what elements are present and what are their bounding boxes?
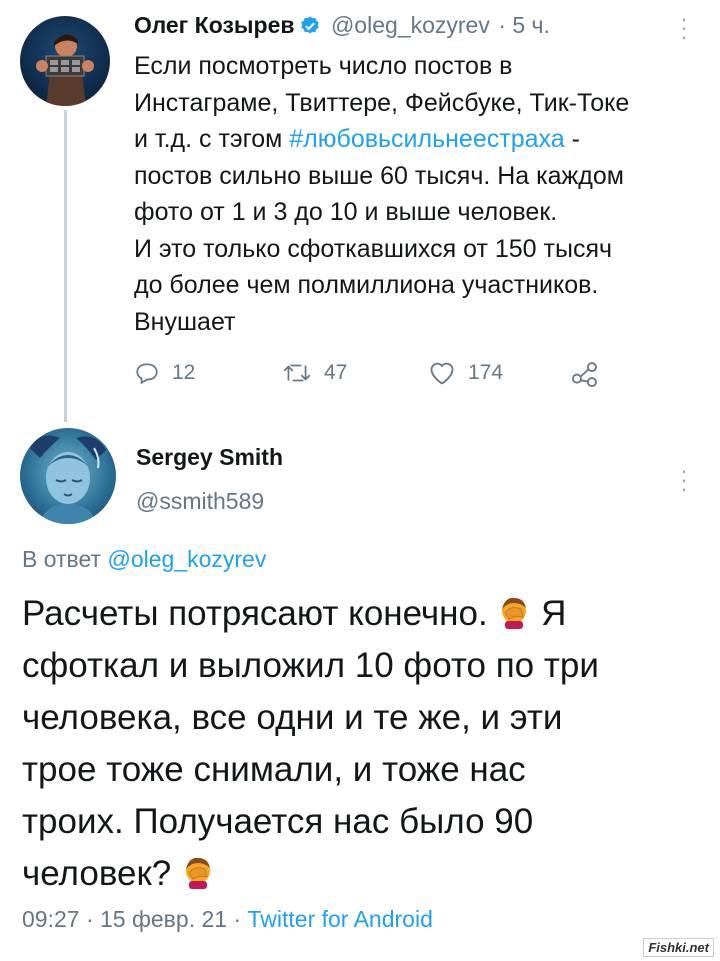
more-options-icon[interactable]: · · · xyxy=(679,8,689,48)
tweet-metadata: 09:27 · 15 февр. 21 · Twitter for Androi… xyxy=(22,906,433,933)
tweet-time[interactable]: · 5 ч. xyxy=(498,12,550,38)
tweet-source-link[interactable]: Twitter for Android xyxy=(248,906,433,932)
author-name[interactable]: Олег Козырев xyxy=(134,12,295,38)
thread-connector-line xyxy=(64,110,67,422)
hashtag-suffix: - xyxy=(564,125,580,153)
tweet-line: сфоткал и выложил 10 фото по три xyxy=(22,646,599,685)
tweet-timestamp[interactable]: 09:27 · 15 февр. 21 · xyxy=(22,906,248,932)
like-count: 174 xyxy=(468,361,504,384)
avatar-sergey[interactable] xyxy=(20,428,116,524)
reply-to-handle-link[interactable]: @oleg_kozyrev xyxy=(107,546,266,572)
tweet-line: до более чем полмиллиона участников. xyxy=(134,271,599,299)
reply-context: В ответ @oleg_kozyrev xyxy=(22,546,266,573)
retweet-count: 47 xyxy=(324,361,348,384)
tweet-line: Расчеты потрясают конечно. Я xyxy=(22,588,712,640)
reply-tweet-text: Расчеты потрясают конечно. Я сфоткал и в… xyxy=(22,588,712,900)
tweet-line: фото от 1 и 3 до 10 и выше человек. xyxy=(134,198,558,226)
reply-author-handle[interactable]: @ssmith589 xyxy=(136,488,264,515)
reply-prefix: В ответ xyxy=(22,546,108,572)
tweet-line: троих. Получается нас было 90 xyxy=(22,802,534,841)
tweet-line: человек? xyxy=(22,848,712,900)
tweet-line-text: Я xyxy=(531,594,567,633)
retweet-icon xyxy=(283,364,311,382)
reply-icon xyxy=(136,363,158,385)
reply-button[interactable]: 12 xyxy=(134,360,195,386)
tweet-line-text: и т.д. с тэгом xyxy=(134,125,290,153)
like-icon xyxy=(430,362,454,385)
retweet-button[interactable]: 47 xyxy=(282,360,347,386)
watermark: Fishki.net xyxy=(643,938,714,957)
parent-tweet-header: Олег Козырев @oleg_kozyrev · 5 ч. xyxy=(134,12,550,39)
like-button[interactable]: 174 xyxy=(428,360,503,386)
hashtag-link[interactable]: #любовьсильнеестраха xyxy=(289,125,564,153)
facepalm-emoji xyxy=(181,852,215,889)
tweet-line: и т.д. с тэгом #любовьсильнеестраха - xyxy=(134,121,704,158)
avatar-oleg[interactable] xyxy=(20,16,110,106)
tweet-line-text: человек? xyxy=(22,854,181,893)
tweet-line: Внушает xyxy=(134,307,236,336)
tweet-line-text: Расчеты потрясают конечно. xyxy=(22,594,498,633)
tweet-line: постов сильно выше 60 тысяч. На каждом xyxy=(134,161,624,190)
reply-author-name[interactable]: Sergey Smith xyxy=(136,444,283,471)
reply-count: 12 xyxy=(172,361,196,384)
verified-badge-icon xyxy=(299,15,321,37)
parent-tweet-text: Если посмотреть число постов в Инстаграм… xyxy=(134,48,704,340)
share-icon xyxy=(571,362,597,388)
tweet-line: человека, все одни и те же, и эти xyxy=(22,698,563,737)
share-button[interactable] xyxy=(570,360,612,388)
tweet-line: Если посмотреть число постов в xyxy=(134,52,513,80)
more-options-icon[interactable]: · · · xyxy=(679,460,689,500)
tweet-line: трое тоже снимали, и тоже нас xyxy=(22,750,526,789)
facepalm-emoji xyxy=(497,592,531,629)
tweet-line: Инстаграме, Твиттере, Фейсбуке, Тик-Токе xyxy=(134,88,630,117)
author-handle[interactable]: @oleg_kozyrev xyxy=(331,12,490,38)
tweet-line: И это только сфоткавшихся от 150 тысяч xyxy=(134,234,613,263)
